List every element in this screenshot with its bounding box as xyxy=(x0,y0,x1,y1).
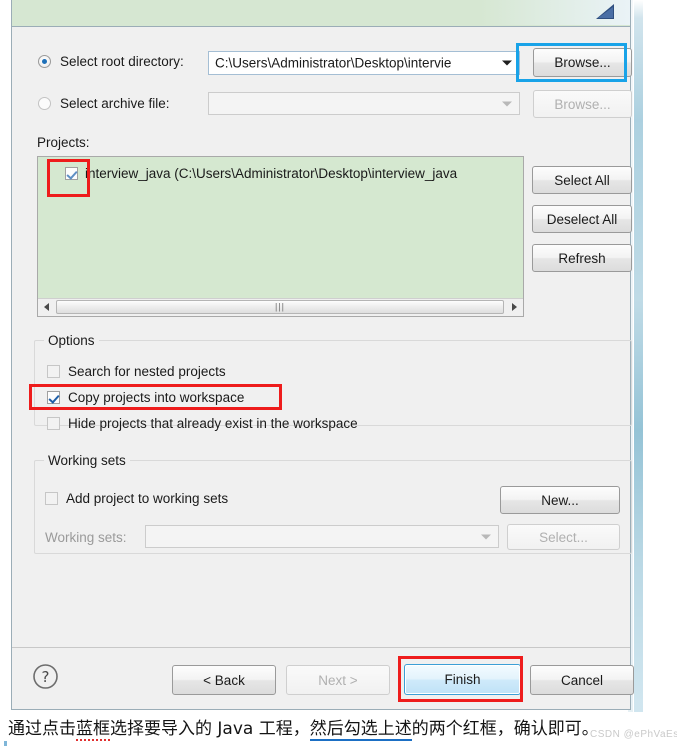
scrollbar-grip: ||| xyxy=(274,301,286,312)
options-group: Options xyxy=(34,333,632,426)
banner-title-clipped xyxy=(12,0,630,2)
search-nested-projects-row[interactable]: Search for nested projects xyxy=(47,365,226,379)
scroll-left-button[interactable] xyxy=(38,299,55,315)
select-root-directory-radio-row[interactable]: Select root directory: xyxy=(38,55,184,69)
next-button: Next > xyxy=(286,665,390,695)
projects-horizontal-scrollbar[interactable]: ||| xyxy=(38,298,523,316)
refresh-button[interactable]: Refresh xyxy=(532,244,632,272)
back-button[interactable]: < Back xyxy=(172,665,276,695)
stray-artifact xyxy=(4,741,7,746)
project-checkbox[interactable] xyxy=(65,166,78,180)
working-sets-group-title: Working sets xyxy=(44,453,130,468)
caption-text: 通过点击蓝框选择要导入的 Java 工程，然后勾选上述的两个红框，确认即可。 xyxy=(8,714,673,741)
working-sets-combo xyxy=(145,525,499,548)
hide-existing-projects-row[interactable]: Hide projects that already exist in the … xyxy=(47,417,358,431)
new-working-set-button[interactable]: New... xyxy=(500,486,620,514)
select-working-set-button: Select... xyxy=(507,524,620,550)
add-project-to-working-sets-row[interactable]: Add project to working sets xyxy=(45,492,228,506)
import-projects-dialog: Select root directory: C:\Users\Administ… xyxy=(11,0,634,710)
caption-part2: 选择要导入的 Java 工程， xyxy=(110,719,310,739)
csdn-watermark: CSDN @ePhVaEsr xyxy=(590,729,677,740)
chevron-down-icon-disabled xyxy=(481,534,491,539)
page-root: Select root directory: C:\Users\Administ… xyxy=(0,0,677,748)
add-project-to-working-sets-checkbox[interactable] xyxy=(45,492,58,506)
options-group-title: Options xyxy=(44,333,99,348)
browse-root-directory-button[interactable]: Browse... xyxy=(533,48,632,77)
copy-projects-into-workspace-row[interactable]: Copy projects into workspace xyxy=(47,391,244,405)
import-wizard-icon xyxy=(596,4,614,19)
projects-list[interactable]: interview_java (C:\Users\Administrator\D… xyxy=(37,156,524,317)
finish-button[interactable]: Finish xyxy=(404,664,521,695)
root-directory-combo[interactable]: C:\Users\Administrator\Desktop\intervie xyxy=(208,51,520,75)
chevron-down-icon[interactable] xyxy=(502,60,512,66)
help-question-icon[interactable]: ? xyxy=(32,663,59,690)
copy-projects-into-workspace-label: Copy projects into workspace xyxy=(68,390,245,405)
working-sets-label: Working sets: xyxy=(45,530,127,545)
scrollbar-thumb[interactable]: ||| xyxy=(56,300,504,314)
projects-label: Projects: xyxy=(37,135,90,150)
deselect-all-button[interactable]: Deselect All xyxy=(532,205,632,233)
scroll-right-button[interactable] xyxy=(506,299,523,315)
right-arrow-icon xyxy=(512,303,517,311)
caption-part3: 的两个红框，确认即可。 xyxy=(411,719,599,739)
copy-projects-into-workspace-checkbox[interactable] xyxy=(47,391,60,405)
select-root-directory-label: Select root directory: xyxy=(60,54,184,69)
desktop-background-glow xyxy=(634,0,643,712)
cancel-button[interactable]: Cancel xyxy=(530,665,634,695)
chevron-down-icon-disabled xyxy=(502,101,512,106)
archive-file-combo xyxy=(208,92,520,115)
search-nested-projects-label: Search for nested projects xyxy=(68,364,226,379)
svg-text:?: ? xyxy=(42,668,50,686)
select-all-button[interactable]: Select All xyxy=(532,166,632,194)
caption-blue-word: 蓝框 xyxy=(76,719,110,741)
project-name: interview_java (C:\Users\Administrator\D… xyxy=(85,165,458,181)
list-item[interactable]: interview_java (C:\Users\Administrator\D… xyxy=(38,163,457,183)
browse-archive-file-button: Browse... xyxy=(533,90,632,118)
left-arrow-icon xyxy=(44,303,49,311)
search-nested-projects-checkbox[interactable] xyxy=(47,365,60,379)
select-archive-file-label: Select archive file: xyxy=(60,96,170,111)
select-root-directory-radio[interactable] xyxy=(38,55,51,69)
select-archive-file-radio-row[interactable]: Select archive file: xyxy=(38,97,170,111)
caption-underlined: 然后勾选上述 xyxy=(309,719,412,741)
root-directory-value: C:\Users\Administrator\Desktop\intervie xyxy=(215,55,452,71)
footer-divider xyxy=(12,647,630,648)
hide-existing-projects-checkbox[interactable] xyxy=(47,417,60,431)
caption-part1: 通过点击 xyxy=(8,719,76,739)
select-archive-file-radio[interactable] xyxy=(38,97,51,111)
dialog-banner xyxy=(12,0,630,27)
add-project-to-working-sets-label: Add project to working sets xyxy=(66,491,229,506)
hide-existing-projects-label: Hide projects that already exist in the … xyxy=(68,416,358,431)
